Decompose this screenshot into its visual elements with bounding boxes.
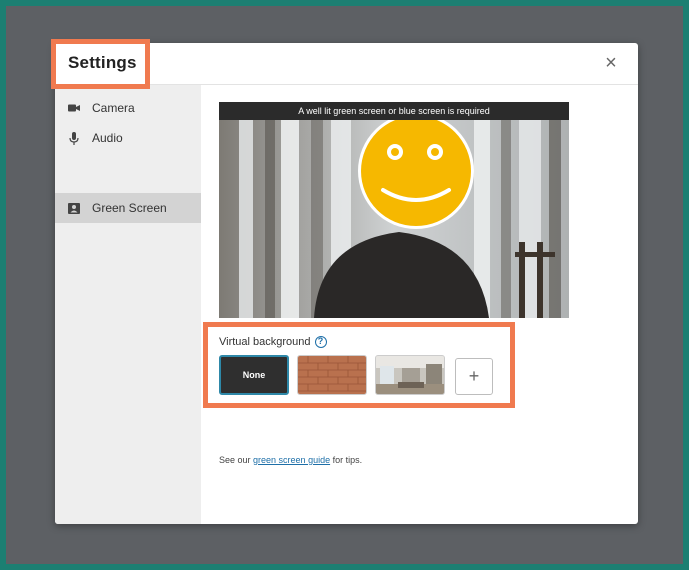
- green-screen-panel: A well lit green screen or blue screen i…: [201, 85, 638, 524]
- sidebar-item-audio[interactable]: Audio: [55, 123, 201, 153]
- tips-text: See our green screen guide for tips.: [219, 455, 362, 465]
- tips-suffix: for tips.: [330, 455, 363, 465]
- dialog-header: Settings ×: [55, 43, 638, 85]
- camera-preview: A well lit green screen or blue screen i…: [219, 102, 569, 318]
- dialog-title: Settings: [68, 53, 137, 72]
- sidebar-item-label: Green Screen: [92, 201, 167, 215]
- preview-banner: A well lit green screen or blue screen i…: [219, 102, 569, 120]
- background-options: None +: [217, 353, 507, 397]
- background-option-none[interactable]: None: [219, 355, 289, 395]
- background-option-brick-wall[interactable]: [297, 355, 367, 395]
- close-icon[interactable]: ×: [600, 52, 622, 74]
- sidebar-item-label: Audio: [92, 131, 123, 145]
- sidebar-item-label: Camera: [92, 101, 135, 115]
- microphone-icon: [67, 131, 81, 145]
- help-icon[interactable]: ?: [314, 336, 327, 348]
- settings-dialog: Settings × Camera Audio Green Screen A w…: [55, 43, 638, 524]
- green-screen-guide-link[interactable]: green screen guide: [253, 455, 330, 465]
- camera-icon: [67, 101, 81, 115]
- virtual-background-label: Virtual background ?: [219, 336, 327, 348]
- add-background-button[interactable]: +: [455, 358, 493, 395]
- virtual-background-heading: Virtual background: [219, 336, 311, 348]
- contact-card-icon: [67, 201, 81, 215]
- sidebar-item-camera[interactable]: Camera: [55, 93, 201, 123]
- room-interior-thumbnail: [376, 356, 444, 394]
- brick-wall-thumbnail: [298, 356, 366, 394]
- background-option-room[interactable]: [375, 355, 445, 395]
- sidebar-item-green-screen[interactable]: Green Screen: [55, 193, 201, 223]
- tips-prefix: See our: [219, 455, 254, 465]
- camera-feed-image: [219, 102, 569, 318]
- settings-sidebar: Camera Audio Green Screen: [55, 85, 201, 524]
